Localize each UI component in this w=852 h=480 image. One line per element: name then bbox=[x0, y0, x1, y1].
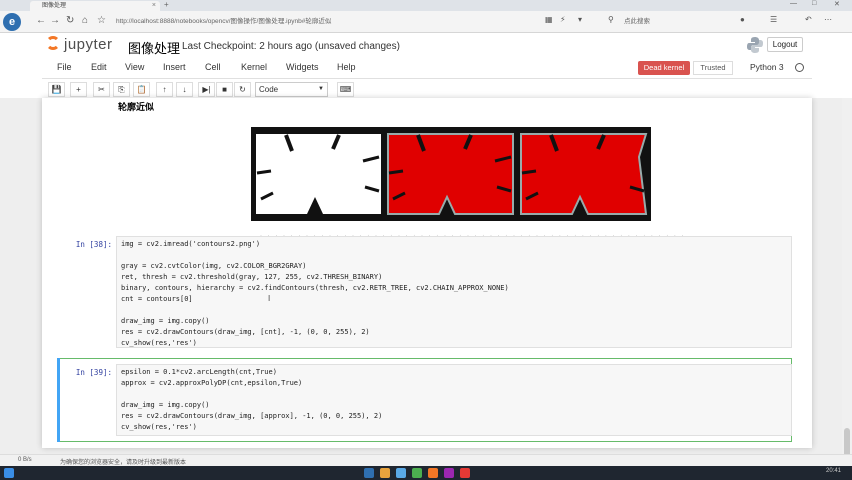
taskbar-app-icon[interactable] bbox=[460, 468, 470, 478]
text-cursor-icon: I bbox=[268, 294, 271, 303]
notebook-title[interactable]: 图像处理 bbox=[128, 38, 180, 57]
code-line: cnt = contours[0] bbox=[121, 295, 193, 303]
menu-icon[interactable]: ☰ bbox=[770, 15, 777, 24]
taskbar-app-icon[interactable] bbox=[364, 468, 374, 478]
restart-button[interactable]: ↻ bbox=[234, 82, 251, 97]
status-hint[interactable]: 为确保您的浏览器安全，请及时升级到最新版本 bbox=[60, 457, 186, 466]
insert-cell-button[interactable]: + bbox=[70, 82, 87, 97]
contour-figure bbox=[251, 127, 651, 221]
cut-button[interactable]: ✂ bbox=[93, 82, 110, 97]
start-icon[interactable] bbox=[4, 468, 14, 478]
cell-prompt: In [39]: bbox=[75, 368, 112, 377]
more-icon[interactable]: ⋯ bbox=[824, 15, 832, 24]
clock[interactable]: 20:41 bbox=[826, 468, 841, 474]
jupyter-logo-icon[interactable] bbox=[46, 36, 60, 50]
code-line: draw_img = img.copy() bbox=[121, 401, 210, 409]
search-icon[interactable]: ⚲ bbox=[608, 15, 614, 24]
kernel-status-icon bbox=[795, 63, 804, 72]
python-logo-icon bbox=[747, 37, 763, 53]
browser-logo-icon: e bbox=[3, 13, 21, 31]
undo-icon[interactable]: ↶ bbox=[805, 15, 812, 24]
lightning-icon[interactable]: ⚡ bbox=[560, 15, 566, 24]
menu-file[interactable]: File bbox=[57, 62, 72, 72]
code-line: cv_show(res,'res') bbox=[121, 339, 197, 347]
maximize-icon[interactable]: □ bbox=[812, 0, 816, 7]
tab-close-icon[interactable]: × bbox=[152, 1, 156, 11]
code-cell-39[interactable]: In [39]: epsilon = 0.1*cv2.arcLength(cnt… bbox=[62, 364, 792, 438]
new-tab-button[interactable]: + bbox=[164, 0, 169, 9]
code-line: binary, contours, hierarchy = cv2.findCo… bbox=[121, 284, 509, 292]
cell-type-value: Code bbox=[259, 85, 279, 94]
browser-status-bar: 0 B/s 为确保您的浏览器安全，请及时升级到最新版本 bbox=[0, 454, 852, 466]
home-icon[interactable]: ⌂ bbox=[82, 15, 88, 26]
code-editor[interactable]: img = cv2.imread('contours2.png') gray =… bbox=[116, 236, 792, 348]
move-up-button[interactable]: ↑ bbox=[156, 82, 173, 97]
status-speed: 0 B/s bbox=[18, 457, 32, 463]
code-line: res = cv2.drawContours(draw_img, [approx… bbox=[121, 412, 383, 420]
page-scrollbar[interactable] bbox=[842, 98, 852, 468]
minimize-icon[interactable]: — bbox=[790, 0, 797, 7]
url-input[interactable]: http://localhost:8888/notebooks/opencv/图… bbox=[110, 14, 530, 30]
refresh-icon[interactable]: ↻ bbox=[66, 15, 74, 26]
code-line: gray = cv2.cvtColor(img, cv2.COLOR_BGR2G… bbox=[121, 262, 307, 270]
browser-tab[interactable]: 图像处理 × bbox=[30, 1, 160, 11]
panel-approx bbox=[518, 132, 648, 216]
kernel-name: Python 3 bbox=[750, 62, 784, 72]
code-line: approx = cv2.approxPolyDP(cnt,epsilon,Tr… bbox=[121, 379, 303, 387]
jupyter-logo-text[interactable]: jupyter bbox=[64, 36, 113, 53]
taskbar-app-icon[interactable] bbox=[396, 468, 406, 478]
run-button[interactable]: ▶| bbox=[198, 82, 215, 97]
close-window-icon[interactable]: ✕ bbox=[834, 0, 840, 8]
move-down-button[interactable]: ↓ bbox=[176, 82, 193, 97]
dropdown-icon[interactable]: ▾ bbox=[578, 15, 582, 24]
interrupt-button[interactable]: ■ bbox=[216, 82, 233, 97]
code-line: res = cv2.drawContours(draw_img, [cnt], … bbox=[121, 328, 370, 336]
menu-help[interactable]: Help bbox=[337, 62, 356, 72]
panel-contour bbox=[386, 132, 514, 216]
search-hint[interactable]: 点此搜索 bbox=[624, 14, 650, 30]
extension-icon[interactable]: ● bbox=[740, 15, 745, 24]
keyboard-icon[interactable]: ⌨ bbox=[337, 82, 354, 97]
back-icon[interactable]: ← bbox=[36, 15, 46, 26]
markdown-heading: 轮廓近似 bbox=[118, 102, 155, 112]
checkpoint-status: Last Checkpoint: 2 hours ago (unsaved ch… bbox=[182, 41, 400, 52]
menu-widgets[interactable]: Widgets bbox=[286, 62, 319, 72]
logout-button[interactable]: Logout bbox=[767, 37, 803, 52]
grid-icon[interactable]: ▦ bbox=[545, 15, 553, 24]
os-taskbar bbox=[0, 466, 852, 480]
trusted-badge[interactable]: Trusted bbox=[693, 61, 733, 75]
taskbar-app-icon[interactable] bbox=[444, 468, 454, 478]
menu-edit[interactable]: Edit bbox=[91, 62, 107, 72]
taskbar-app-icon[interactable] bbox=[380, 468, 390, 478]
toolbar-divider bbox=[42, 78, 812, 79]
code-line: draw_img = img.copy() bbox=[121, 317, 210, 325]
menu-kernel[interactable]: Kernel bbox=[241, 62, 267, 72]
code-editor[interactable]: epsilon = 0.1*cv2.arcLength(cnt,True) ap… bbox=[116, 364, 792, 436]
code-line: cv_show(res,'res') bbox=[121, 423, 197, 431]
code-cell-38[interactable]: In [38]: img = cv2.imread('contours2.png… bbox=[62, 236, 792, 352]
code-line: img = cv2.imread('contours2.png') bbox=[121, 240, 261, 248]
menu-cell[interactable]: Cell bbox=[205, 62, 221, 72]
browser-tab-title: 图像处理 bbox=[42, 3, 67, 9]
cell-type-select[interactable]: Code ▼ bbox=[255, 82, 328, 97]
cell-prompt: In [38]: bbox=[75, 240, 112, 249]
code-line: epsilon = 0.1*cv2.arcLength(cnt,True) bbox=[121, 368, 277, 376]
chevron-down-icon: ▼ bbox=[318, 86, 324, 92]
forward-icon[interactable]: → bbox=[50, 15, 60, 26]
paste-button[interactable]: 📋 bbox=[133, 82, 150, 97]
taskbar-app-icon[interactable] bbox=[428, 468, 438, 478]
dead-kernel-badge[interactable]: Dead kernel bbox=[638, 61, 690, 75]
taskbar-app-icon[interactable] bbox=[412, 468, 422, 478]
star-icon[interactable]: ☆ bbox=[97, 15, 106, 26]
copy-button[interactable]: ⎘ bbox=[113, 82, 130, 97]
menu-insert[interactable]: Insert bbox=[163, 62, 186, 72]
panel-original bbox=[254, 132, 382, 216]
save-button[interactable]: 💾 bbox=[48, 82, 65, 97]
selected-cell-indicator bbox=[57, 358, 60, 442]
menu-view[interactable]: View bbox=[125, 62, 144, 72]
code-line: ret, thresh = cv2.threshold(gray, 127, 2… bbox=[121, 273, 383, 281]
